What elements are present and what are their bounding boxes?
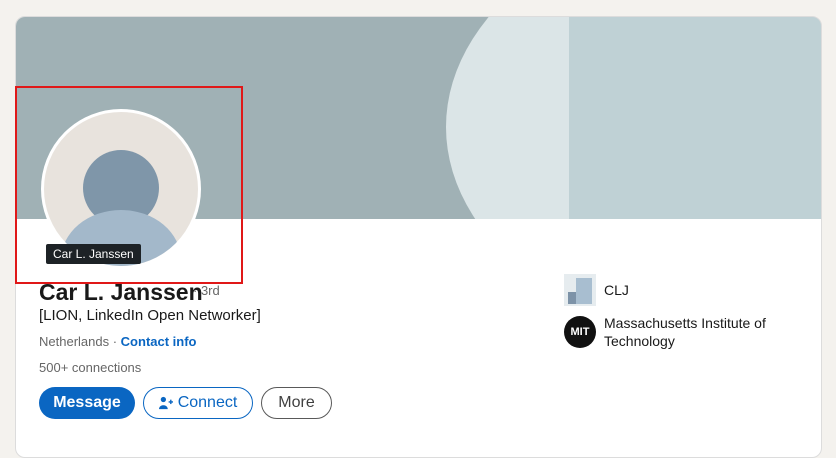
banner-rect-shape [569,17,821,219]
company-logo [564,274,596,306]
connect-label: Connect [177,394,238,411]
profile-name: Car L. Janssen [39,279,203,305]
school-name: Massachusetts Institute of Technology [604,315,766,349]
connect-button[interactable]: Connect [143,387,253,419]
more-button[interactable]: More [261,387,332,419]
profile-location: Netherlands [39,334,110,349]
connections-count: 500+ connections [39,360,142,375]
education-item[interactable]: MIT Massachusetts Institute of Technolog… [564,314,774,350]
profile-card: Car L. Janssen · 3rd [LION, LinkedIn Ope… [15,16,822,458]
add-person-icon [158,396,173,410]
school-logo: MIT [564,316,596,348]
company-name: CLJ [604,282,629,298]
location-separator: · [109,334,121,349]
current-company[interactable]: CLJ [564,274,629,306]
message-button[interactable]: Message [39,387,135,419]
profile-headline: [LION, LinkedIn Open Networker] [39,307,261,324]
connection-degree: · 3rd [193,283,220,298]
contact-info-link[interactable]: Contact info [121,334,197,349]
location-line: Netherlands · Contact info [39,334,197,349]
avatar-tooltip: Car L. Janssen [46,244,141,264]
